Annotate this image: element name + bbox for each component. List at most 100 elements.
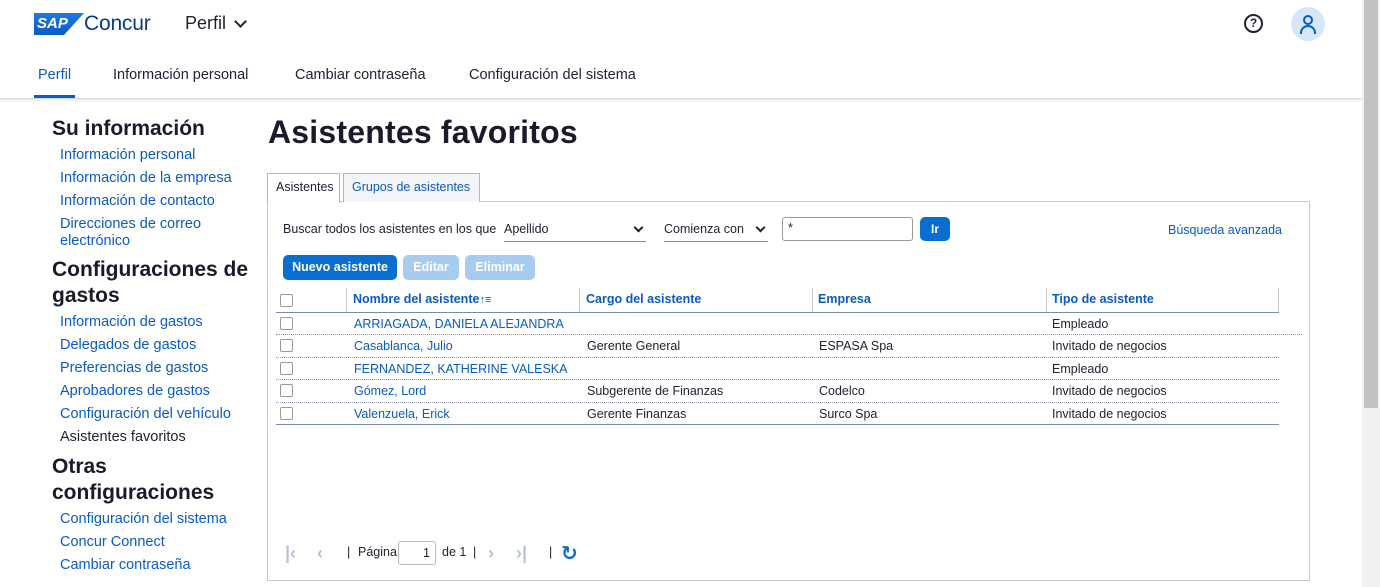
attendee-company: Codelco — [819, 384, 865, 399]
next-page-icon[interactable]: › — [488, 544, 494, 562]
page-label: Página — [358, 545, 397, 559]
sidebar-link-delegados-gastos[interactable]: Delegados de gastos — [60, 337, 252, 354]
sidebar-link-informacion-contacto[interactable]: Información de contacto — [60, 193, 252, 210]
chevron-down-icon — [755, 222, 766, 233]
attendee-name-link[interactable]: Gómez, Lord — [354, 384, 426, 398]
attendee-name-link[interactable]: FERNANDEZ, KATHERINE VALESKA — [354, 362, 567, 376]
column-divider — [1046, 288, 1047, 312]
sidebar-link-configuracion-vehiculo[interactable]: Configuración del vehículo — [60, 406, 252, 423]
attendee-title: Gerente General — [587, 339, 681, 354]
table-row[interactable]: ARRIAGADA, DANIELA ALEJANDRA Empleado — [276, 313, 1302, 336]
sidebar: Su información Información personal Info… — [52, 116, 252, 574]
profile-menu[interactable]: Perfil — [185, 13, 247, 34]
user-icon — [1303, 15, 1313, 25]
table-row[interactable]: Valenzuela, Erick Gerente Finanzas Surco… — [276, 403, 1279, 425]
sidebar-link-informacion-empresa[interactable]: Información de la empresa — [60, 170, 252, 187]
column-divider — [346, 288, 347, 312]
navtab-informacion-personal[interactable]: Información personal — [113, 67, 248, 83]
search-value-input[interactable]: * — [782, 217, 913, 241]
tab-asistentes[interactable]: Asistentes — [267, 173, 340, 203]
row-checkbox[interactable] — [280, 384, 293, 398]
user-icon-body — [1300, 25, 1316, 34]
page-total-label: de 1 — [442, 545, 467, 559]
sidebar-link-concur-connect[interactable]: Concur Connect — [60, 534, 252, 551]
page-scrollbar[interactable] — [1362, 0, 1380, 587]
attendee-name-link[interactable]: ARRIAGADA, DANIELA ALEJANDRA — [354, 317, 564, 331]
edit-button[interactable]: Editar — [403, 255, 459, 280]
attendee-company: ESPASA Spa — [819, 339, 894, 354]
chevron-down-icon — [234, 14, 247, 28]
page-number-input[interactable]: 1 — [398, 541, 436, 565]
column-header-nombre-label: Nombre del asistente — [353, 292, 480, 306]
attendee-company: Surco Spa — [819, 406, 878, 421]
column-header-empresa[interactable]: Empresa — [818, 292, 871, 306]
first-page-icon[interactable]: |‹ — [285, 544, 296, 562]
search-field-select[interactable]: Apellido — [504, 216, 646, 242]
attendee-type: Empleado — [1052, 317, 1109, 331]
scrollbar-thumb[interactable] — [1364, 0, 1378, 408]
refresh-icon[interactable]: ↻ — [561, 541, 578, 566]
last-page-icon[interactable]: ›| — [516, 544, 527, 562]
pager-separator: | — [549, 545, 553, 559]
previous-page-icon[interactable]: ‹ — [317, 544, 323, 562]
sidebar-heading-configuraciones-gastos: Configuraciones de gastos — [52, 258, 249, 307]
profile-nav-tabs: Perfil Información personal Cambiar cont… — [0, 56, 1362, 99]
navtab-configuracion-sistema[interactable]: Configuración del sistema — [469, 67, 636, 83]
attendee-type: Invitado de negocios — [1052, 339, 1167, 354]
sidebar-link-informacion-personal[interactable]: Información personal — [60, 147, 252, 164]
sap-concur-logo[interactable]: SAP Concur — [34, 12, 151, 36]
row-checkbox[interactable] — [280, 339, 293, 353]
user-avatar-button[interactable] — [1291, 7, 1325, 41]
table-row[interactable]: FERNANDEZ, KATHERINE VALESKA Empleado — [276, 358, 1279, 381]
attendee-type: Empleado — [1052, 361, 1109, 376]
sidebar-link-cambiar-contrasena[interactable]: Cambiar contraseña — [60, 557, 252, 574]
column-header-nombre[interactable]: Nombre del asistente↑≡ — [353, 292, 491, 306]
search-operator-value: Comienza con — [664, 222, 744, 236]
sidebar-link-direcciones-correo[interactable]: Direcciones de correo electrónico — [60, 216, 250, 250]
navtab-cambiar-contrasena[interactable]: Cambiar contraseña — [295, 67, 426, 83]
page: SAP Concur Perfil ? Perfil Información p… — [0, 0, 1380, 587]
attendee-title: Subgerente de Finanzas — [587, 384, 724, 399]
column-divider — [1278, 288, 1279, 312]
select-all-checkbox[interactable] — [280, 294, 293, 307]
chevron-down-icon — [633, 222, 644, 233]
profile-menu-label: Perfil — [185, 13, 227, 33]
row-checkbox[interactable] — [280, 317, 293, 330]
table-body: ARRIAGADA, DANIELA ALEJANDRA Empleado Ca… — [276, 313, 1302, 425]
sap-logo-mark: SAP — [34, 13, 84, 35]
pager-separator: | — [347, 545, 351, 559]
navtab-perfil[interactable]: Perfil — [33, 67, 76, 98]
help-icon[interactable]: ? — [1244, 14, 1263, 33]
column-divider — [812, 288, 813, 312]
top-bar: SAP Concur Perfil ? — [0, 0, 1362, 48]
column-header-cargo[interactable]: Cargo del asistente — [586, 292, 701, 306]
table-row[interactable]: Gómez, Lord Subgerente de Finanzas Codel… — [276, 380, 1279, 403]
pager-separator: | — [473, 545, 477, 559]
tab-grupos-asistentes[interactable]: Grupos de asistentes — [343, 173, 480, 202]
sidebar-link-asistentes-favoritos[interactable]: Asistentes favoritos — [60, 429, 252, 446]
sidebar-heading-otras-configuraciones: Otras configuraciones — [52, 455, 215, 504]
delete-button[interactable]: Eliminar — [465, 255, 535, 280]
concur-logo-text: Concur — [84, 12, 151, 35]
column-divider — [579, 288, 580, 312]
search-label: Buscar todos los asistentes en los que — [283, 222, 497, 236]
attendee-name-link[interactable]: Casablanca, Julio — [354, 339, 453, 353]
new-attendee-button[interactable]: Nuevo asistente — [283, 255, 397, 280]
sidebar-heading-su-informacion: Su información — [52, 117, 205, 140]
attendees-table: Nombre del asistente↑≡ Cargo del asisten… — [276, 288, 1302, 425]
table-row[interactable]: Casablanca, Julio Gerente General ESPASA… — [276, 335, 1279, 358]
attendee-name-link[interactable]: Valenzuela, Erick — [354, 407, 450, 421]
attendee-title: Gerente Finanzas — [587, 406, 687, 421]
sidebar-link-configuracion-sistema[interactable]: Configuración del sistema — [60, 511, 252, 528]
sort-ascending-icon: ↑≡ — [479, 294, 492, 306]
search-operator-select[interactable]: Comienza con — [664, 216, 768, 242]
row-checkbox[interactable] — [280, 361, 293, 375]
sidebar-link-preferencias-gastos[interactable]: Preferencias de gastos — [60, 360, 252, 377]
column-header-tipo[interactable]: Tipo de asistente — [1052, 292, 1154, 306]
sidebar-link-informacion-gastos[interactable]: Información de gastos — [60, 314, 252, 331]
search-go-button[interactable]: Ir — [920, 217, 950, 241]
sidebar-link-aprobadores-gastos[interactable]: Aprobadores de gastos — [60, 383, 252, 400]
advanced-search-link[interactable]: Búsqueda avanzada — [1168, 223, 1282, 237]
row-checkbox[interactable] — [280, 406, 293, 420]
search-field-value: Apellido — [504, 222, 549, 236]
